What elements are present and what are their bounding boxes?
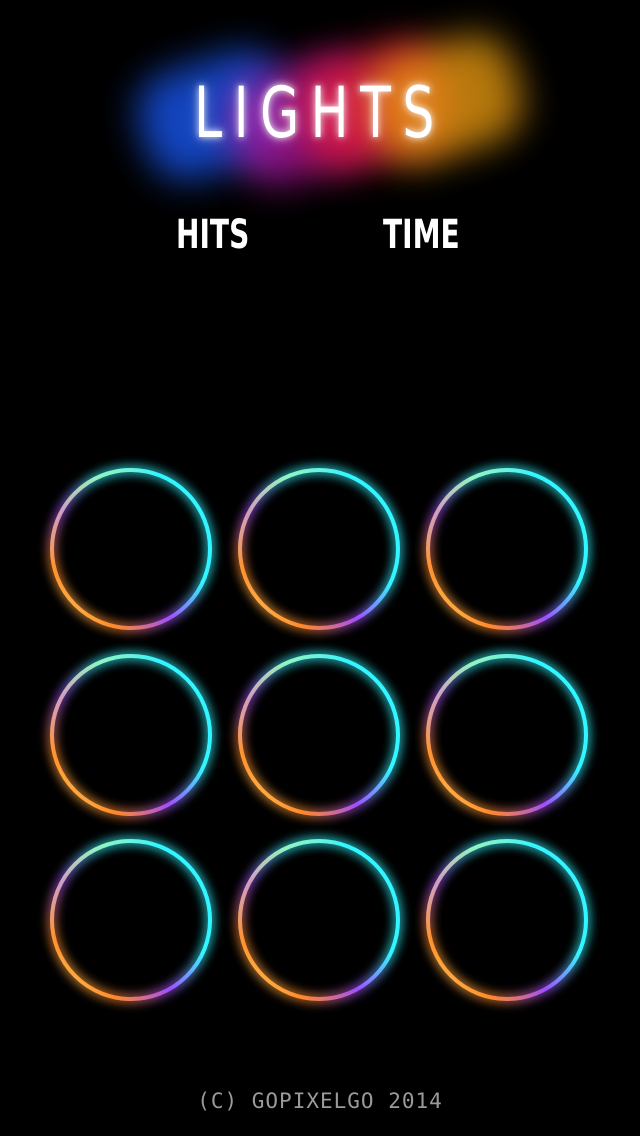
light-button-8[interactable] xyxy=(236,837,402,1003)
ring-icon xyxy=(48,652,214,818)
light-button-5[interactable] xyxy=(236,652,402,818)
light-button-4[interactable] xyxy=(48,652,214,818)
ring-icon xyxy=(424,837,590,1003)
ring-icon xyxy=(236,466,402,632)
light-button-9[interactable] xyxy=(424,837,590,1003)
light-grid xyxy=(0,0,640,1136)
ring-icon xyxy=(48,466,214,632)
ring-icon xyxy=(424,466,590,632)
ring-icon xyxy=(424,652,590,818)
ring-icon xyxy=(48,837,214,1003)
copyright-footer: (C) GOPIXELGO 2014 xyxy=(197,1089,443,1113)
light-button-7[interactable] xyxy=(48,837,214,1003)
light-button-2[interactable] xyxy=(236,466,402,632)
ring-icon xyxy=(236,652,402,818)
light-button-3[interactable] xyxy=(424,466,590,632)
ring-icon xyxy=(236,837,402,1003)
light-button-1[interactable] xyxy=(48,466,214,632)
light-button-6[interactable] xyxy=(424,652,590,818)
